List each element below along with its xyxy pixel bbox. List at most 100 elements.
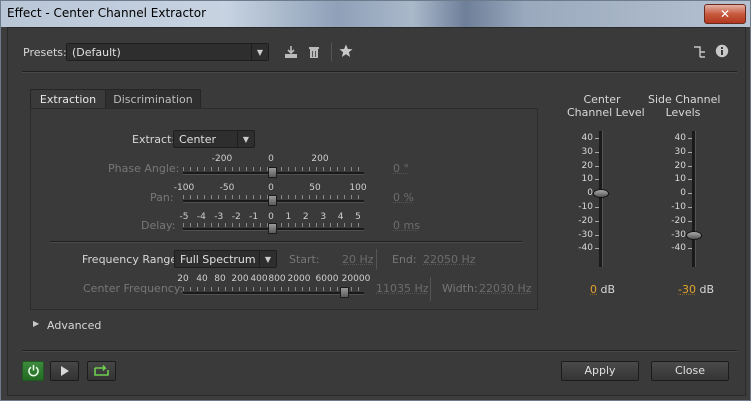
delay-tick-label: 3 [320,212,327,222]
delay-tick-label: -5 [179,212,189,222]
advanced-toggle[interactable]: Advanced [47,319,101,332]
side-level-unit: dB [699,283,714,296]
delay-label: Delay: [141,219,176,232]
pan-tick-label: 50 [309,183,321,193]
center-frequency-label: Center Frequency: [83,282,184,295]
tab-extraction[interactable]: Extraction [30,89,106,109]
delay-tick-label: -1 [249,212,259,222]
width-value[interactable]: 22030 Hz [479,282,532,295]
window-close-button[interactable]: ✕ [704,4,746,24]
delay-value[interactable]: 0 ms [393,219,420,232]
center-frequency-slider-thumb[interactable] [340,287,349,298]
center-frequency-tick-label: 400 [250,274,268,284]
phase-angle-value[interactable]: 0 ° [393,162,409,175]
start-value[interactable]: 20 Hz [342,253,374,266]
center-frequency-tick-label: 20 [177,274,189,284]
pan-value[interactable]: 0 % [393,191,414,204]
meter-scale-label: 0 [587,188,593,199]
meter-scale-label: -40 [578,243,593,254]
frequency-range-dropdown[interactable]: Full Spectrum ▼ [174,250,277,268]
phase-angle-label: Phase Angle: [108,162,180,175]
center-meter-title-line2: Channel Level [567,106,645,119]
delay-tick-label: 1 [285,212,292,222]
center-level-unit: dB [600,283,616,296]
center-frequency-tick-label: 20000 [341,274,371,284]
start-label: Start: [289,253,320,266]
play-icon [61,366,69,376]
center-frequency-value[interactable]: 11035 Hz [376,282,429,295]
chevron-down-icon: ▼ [259,251,276,267]
end-value[interactable]: 22050 Hz [423,253,476,266]
field-divider [376,249,377,269]
center-frequency-tick-label: 6000 [315,274,339,284]
phase-angle-slider-thumb[interactable] [268,167,277,178]
meter-scale-label: 10 [581,174,593,185]
star-favorite-icon[interactable] [339,44,353,58]
meter-scale-label: 0 [680,188,686,199]
delay-tick-label: 5 [355,212,361,222]
trash-icon[interactable] [308,45,320,59]
play-preview-button[interactable] [50,361,79,381]
center-frequency-slider-track[interactable] [183,292,364,295]
pan-tick-label: 0 [268,183,274,193]
meter-scale-label: -40 [671,243,686,254]
meter-scale-label: -10 [671,202,686,212]
delay-tick-label: 4 [337,212,344,222]
field-divider [430,277,431,301]
side-level-slider-thumb[interactable] [686,230,702,240]
extract-dropdown[interactable]: Center ▼ [173,130,255,148]
presets-value: (Default) [72,46,121,59]
delay-tick-label: -2 [231,212,241,222]
phase-angle-tick-label: 200 [311,154,329,164]
extract-value: Center [179,133,217,146]
delay-tick-label: 2 [302,212,309,222]
center-meter-title-line1: Center [583,93,621,106]
meter-scale-label: -30 [578,229,593,240]
apply-button[interactable]: Apply [561,361,639,381]
title-bar[interactable]: Effect - Center Channel Extractor ✕ [1,1,750,27]
loop-button[interactable] [87,361,116,381]
info-icon[interactable] [715,44,729,58]
side-level-value[interactable]: -30 [678,283,696,296]
width-label: Width: [442,282,478,295]
chevron-down-icon: ▼ [251,44,268,60]
delay-slider-thumb[interactable] [268,223,277,234]
dialog-body: Presets: (Default) ▼ Extraction Discrimi… [7,27,746,396]
center-level-slider-track[interactable] [599,131,603,267]
window-title: Effect - Center Channel Extractor [7,6,207,20]
pan-label: Pan: [150,191,174,204]
side-meter-title-line2: Levels [665,106,701,119]
meter-scale-label: -30 [671,229,686,240]
meter-scale-label: 30 [674,146,686,157]
frequency-range-value: Full Spectrum [180,253,256,266]
center-level-value[interactable]: 0 [590,283,597,296]
tab-discrimination[interactable]: Discrimination [105,89,201,109]
center-level-slider-thumb[interactable] [593,189,609,199]
power-toggle-button[interactable] [22,361,44,381]
center-frequency-tick-label: 800 [268,274,286,284]
routing-icon[interactable] [693,45,707,59]
center-frequency-tick-label: 40 [196,274,208,284]
loop-icon [94,365,109,376]
meter-scale-label: 40 [674,133,686,143]
center-level-readout[interactable]: 0 dB [590,283,615,296]
meter-scale-label: -20 [578,215,593,226]
delay-tick-label: -4 [196,212,206,222]
footer-divider [22,350,737,352]
effect-window: Effect - Center Channel Extractor ✕ Pres… [0,0,751,401]
side-level-slider-track[interactable] [692,131,696,267]
phase-angle-tick-label: -200 [211,154,233,164]
side-level-readout[interactable]: -30 dB [678,283,714,296]
side-meter-title-line1: Side Channel [648,93,721,106]
pan-slider-thumb[interactable] [268,195,277,206]
meter-scale-label: 20 [581,160,593,171]
pan-tick-label: -50 [219,183,235,193]
presets-dropdown[interactable]: (Default) ▼ [66,43,269,61]
delay-tick-label: -3 [214,212,224,222]
center-frequency-tick-label: 80 [214,274,226,284]
center-frequency-tick-label: 2000 [287,274,311,284]
save-preset-icon[interactable] [284,45,298,59]
power-icon [28,365,39,377]
close-button[interactable]: Close [651,361,729,381]
expand-triangle-icon[interactable]: ▶ [33,319,39,328]
